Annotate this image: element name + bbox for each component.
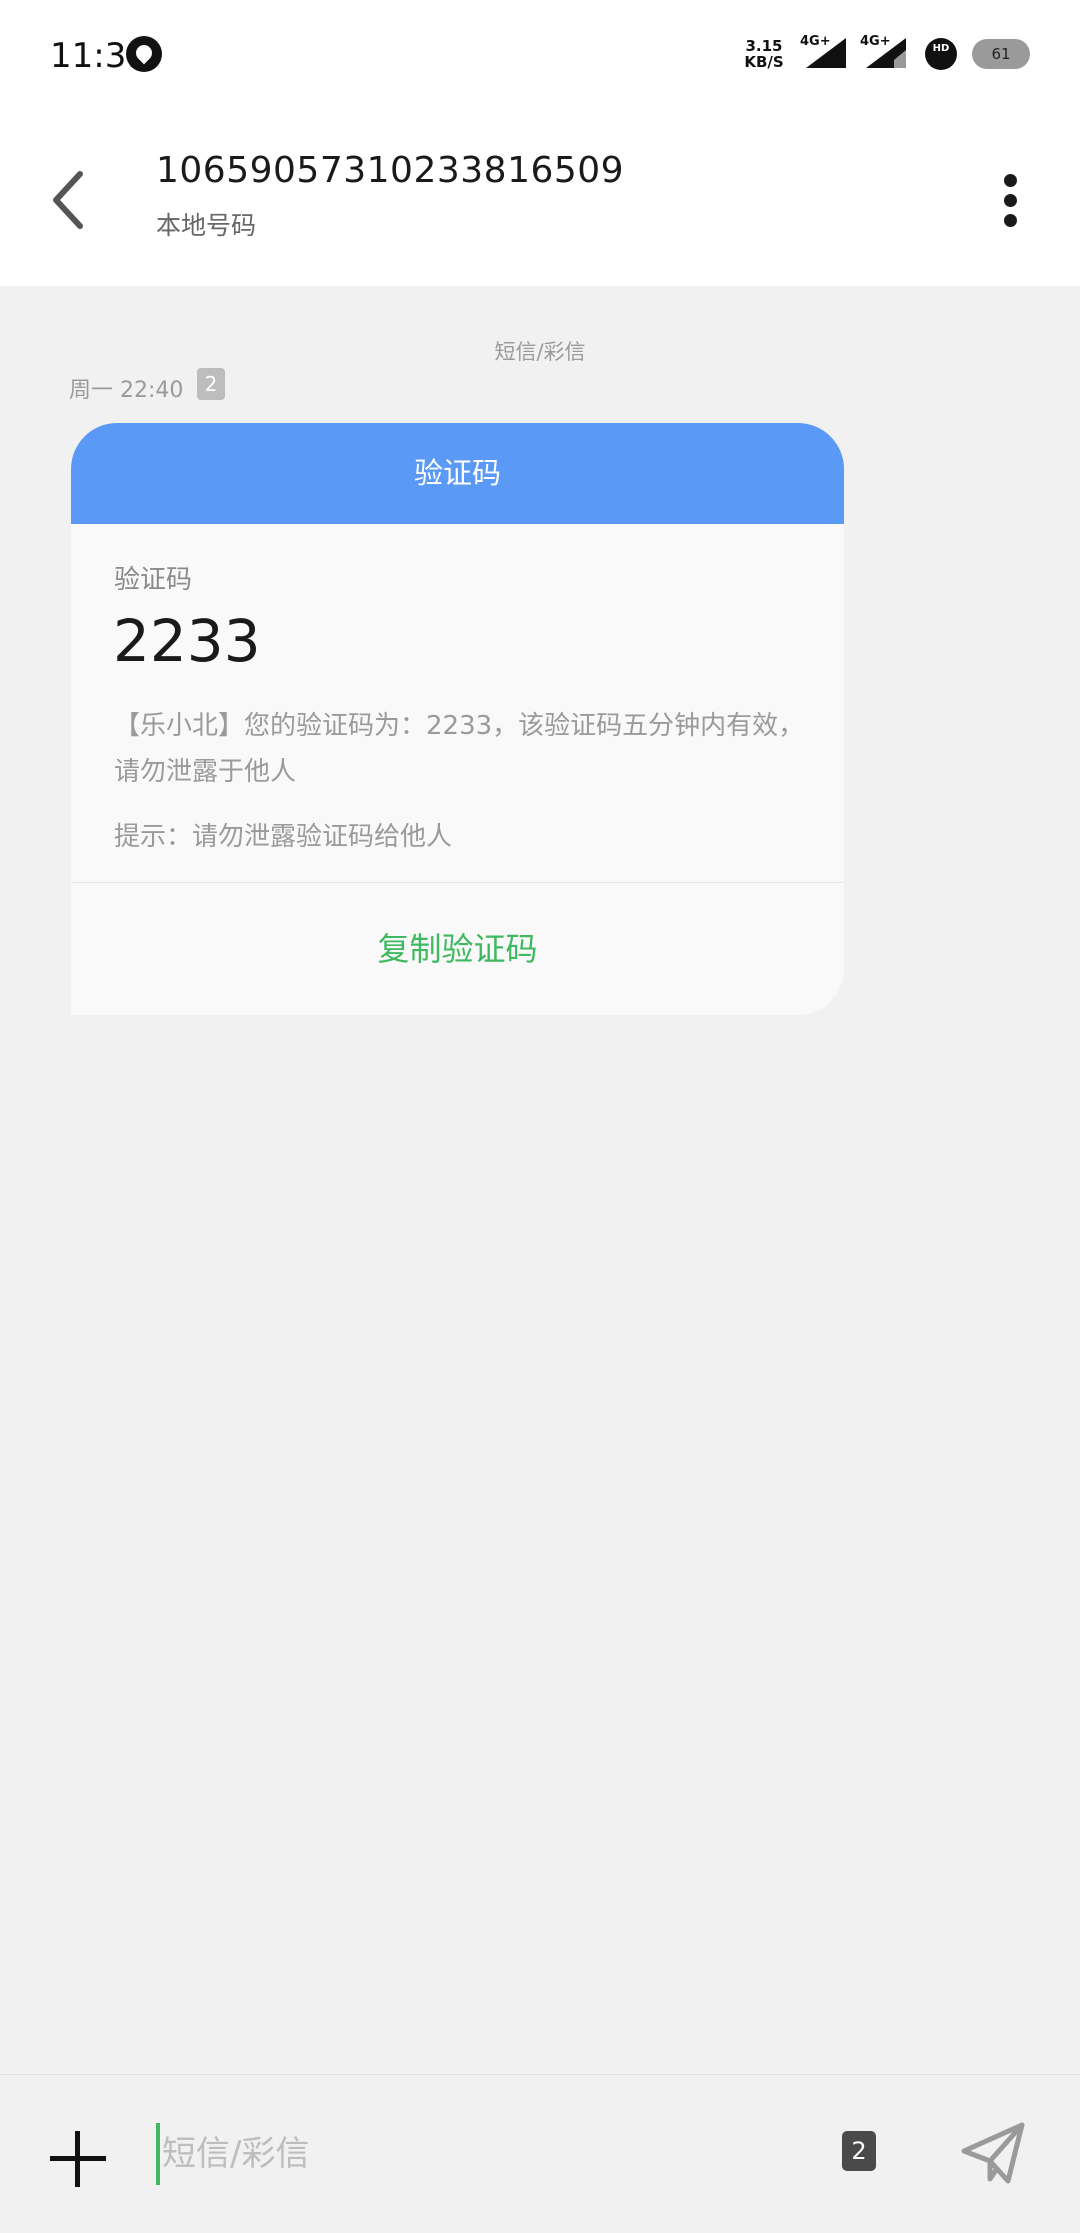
app-notification-icon [126,36,162,72]
status-bar: 11:31 3.15 KB/S 4G+ 4G+ HD 61 [0,0,1080,110]
battery-icon: 61 [972,39,1030,69]
message-body: 【乐小北】您的验证码为：2233，该验证码五分钟内有效，请勿泄露于他人 [114,711,805,787]
send-button[interactable] [960,2119,1028,2187]
verification-code: 2233 [113,607,261,675]
contact-number: 1065905731023381650​9 [156,150,625,191]
compose-bar: 2 [0,2074,1080,2233]
message-input[interactable] [156,2123,804,2185]
sim-select-button[interactable]: 2 [842,2131,876,2171]
add-icon[interactable] [50,2131,106,2187]
network-speed-value: 3.15 [745,37,783,55]
back-button[interactable] [40,160,100,240]
network-speed-unit: KB/S [744,53,784,71]
card-header: 验证码 [71,423,844,524]
contact-subtitle: 本地号码 [156,211,257,240]
copy-code-button[interactable]: 复制验证码 [71,883,844,1015]
code-label: 验证码 [114,565,193,595]
channel-label: 短信/彩信 [494,340,586,364]
conversation-header: 1065905731023381650​9 本地号码 [0,110,1080,286]
message-timestamp: 周一 22:40 [69,378,184,403]
signal-icon [866,38,906,68]
back-arrow-icon [53,171,83,229]
hd-voice-icon: HD [925,38,957,70]
verification-code-card: 验证码 验证码 2233 【乐小北】您的验证码为：2233，该验证码五分钟内有效… [71,423,844,1015]
sim-badge: 2 [197,368,225,400]
send-icon [961,2122,1025,2184]
signal-icon [806,38,846,68]
more-options-button[interactable] [990,160,1030,240]
network-speed: 3.15 KB/S [740,38,788,70]
security-hint: 提示：请勿泄露验证码给他人 [114,822,453,852]
